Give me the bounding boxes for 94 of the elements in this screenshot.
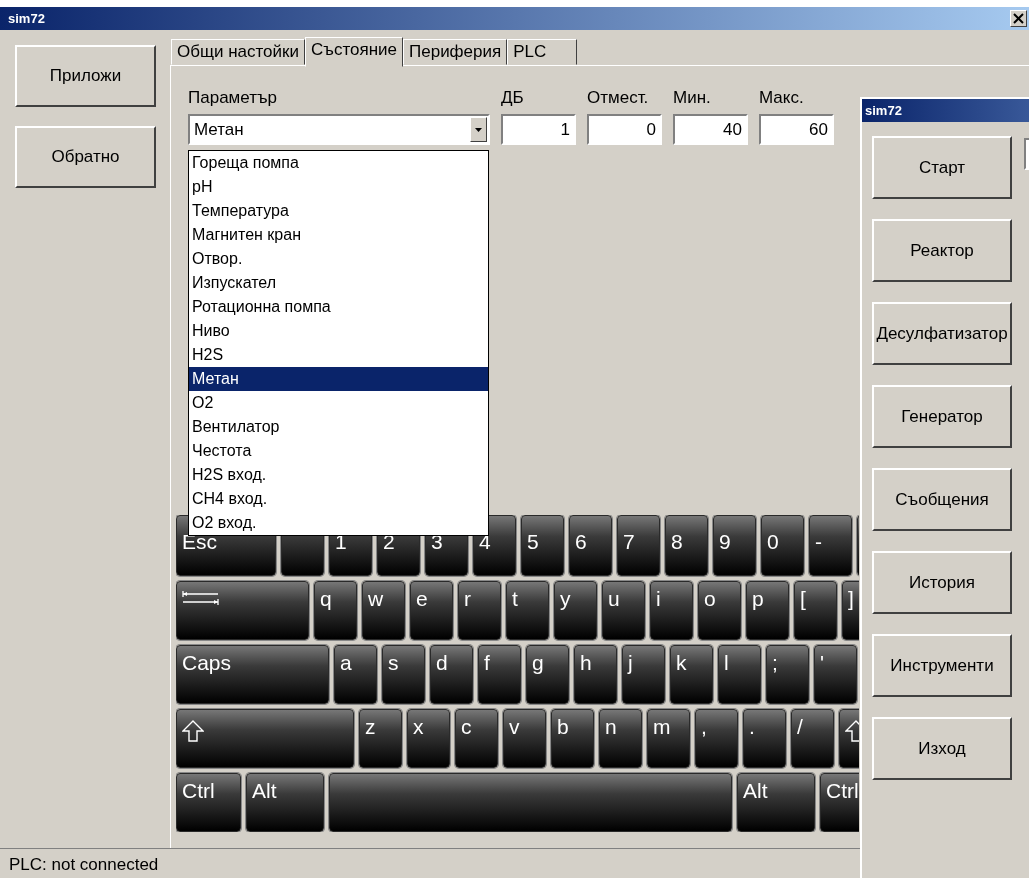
number-field[interactable]: 40 [673,114,748,145]
tab[interactable]: Общи настойки [171,39,305,65]
key[interactable]: Ctrl [176,773,241,832]
dialog-button[interactable]: Изход [872,717,1012,780]
key[interactable]: i [650,581,693,640]
side-button[interactable]: Приложи [15,45,156,107]
dialog-button[interactable]: Съобщения [872,468,1012,531]
key[interactable]: , [695,709,738,768]
key[interactable]: Ctrl [820,773,859,832]
key[interactable]: x [407,709,450,768]
dropdown-option[interactable]: pH [189,175,488,199]
key[interactable]: ' [814,645,857,704]
key[interactable]: r [458,581,501,640]
dropdown-option[interactable]: Ротационна помпа [189,295,488,319]
tab-icon [182,590,220,606]
key[interactable]: o [698,581,741,640]
dropdown-field[interactable]: Метан [188,114,490,145]
key[interactable]: 0 [761,515,804,576]
field-label: Мин. [673,88,712,109]
dropdown-option[interactable]: CH4 вход. [189,487,488,511]
key[interactable]: 9 [713,515,756,576]
field-label: Параметър [188,88,279,109]
close-button[interactable] [1010,10,1027,27]
field-label: ДБ [501,88,525,109]
dropdown-option[interactable]: H2S [189,343,488,367]
key[interactable]: ] [842,581,859,640]
number-field[interactable]: 1 [501,114,576,145]
tab[interactable]: PLC [507,39,578,65]
dropdown-option[interactable]: Честота [189,439,488,463]
dropdown-option[interactable]: Вентилатор [189,415,488,439]
dropdown-option[interactable]: Ниво [189,319,488,343]
key[interactable]: p [746,581,789,640]
key[interactable]: l [718,645,761,704]
dialog-button[interactable]: Старт [872,136,1012,199]
number-field[interactable]: 60 [759,114,834,145]
key[interactable]: t [506,581,549,640]
field-label: Отмест. [587,88,650,109]
key[interactable]: ; [766,645,809,704]
key[interactable]: z [359,709,402,768]
dialog-title: sim72 [862,99,1029,122]
dialog-button[interactable]: Реактор [872,219,1012,282]
key[interactable]: v [503,709,546,768]
number-field[interactable]: 0 [587,114,662,145]
key[interactable]: n [599,709,642,768]
dropdown-option[interactable]: Температура [189,199,488,223]
key[interactable]: d [430,645,473,704]
dropdown-option[interactable]: Изпускател [189,271,488,295]
key[interactable]: 8 [665,515,708,576]
key[interactable]: k [670,645,713,704]
key[interactable]: g [526,645,569,704]
key[interactable]: a [334,645,377,704]
key[interactable]: w [362,581,405,640]
window-title: sim72 [8,9,45,28]
key[interactable]: 6 [569,515,612,576]
dropdown-button[interactable] [470,117,487,142]
dialog-button[interactable]: Инструменти [872,634,1012,697]
key[interactable]: 5 [521,515,564,576]
dialog-button[interactable]: История [872,551,1012,614]
dialog-button[interactable]: Генератор [872,385,1012,448]
key[interactable]: Alt [246,773,324,832]
dropdown-option[interactable]: H2S вход. [189,463,488,487]
status-bar: PLC: not connected [0,848,860,878]
key[interactable]: Caps [176,645,329,704]
dialog-button[interactable]: Десулфатизатор [872,302,1012,365]
key[interactable]: . [743,709,786,768]
key[interactable]: / [791,709,834,768]
key[interactable]: [ [794,581,837,640]
dropdown-option[interactable]: Метан [189,367,488,391]
key[interactable]: 7 [617,515,660,576]
key[interactable]: e [410,581,453,640]
key[interactable]: u [602,581,645,640]
field-label: Макс. [759,88,805,109]
key[interactable] [176,581,309,640]
key[interactable]: q [314,581,357,640]
key[interactable]: j [622,645,665,704]
key[interactable]: h [574,645,617,704]
dropdown-option[interactable]: Отвор. [189,247,488,271]
key[interactable]: c [455,709,498,768]
key[interactable]: f [478,645,521,704]
dropdown-option[interactable]: Гореща помпа [189,151,488,175]
tab[interactable]: Периферия [403,39,508,65]
key[interactable]: m [647,709,690,768]
tab[interactable]: Състояние [305,37,403,67]
close-icon [1013,13,1024,24]
key[interactable]: Alt [737,773,815,832]
key[interactable]: y [554,581,597,640]
caret-icon [475,127,482,132]
dropdown-option[interactable]: Магнитен кран [189,223,488,247]
dropdown-option[interactable]: O2 [189,391,488,415]
shift-icon [182,720,204,742]
key[interactable]: - [809,515,852,576]
key[interactable]: b [551,709,594,768]
key[interactable]: s [382,645,425,704]
side-button[interactable]: Обратно [15,126,156,188]
